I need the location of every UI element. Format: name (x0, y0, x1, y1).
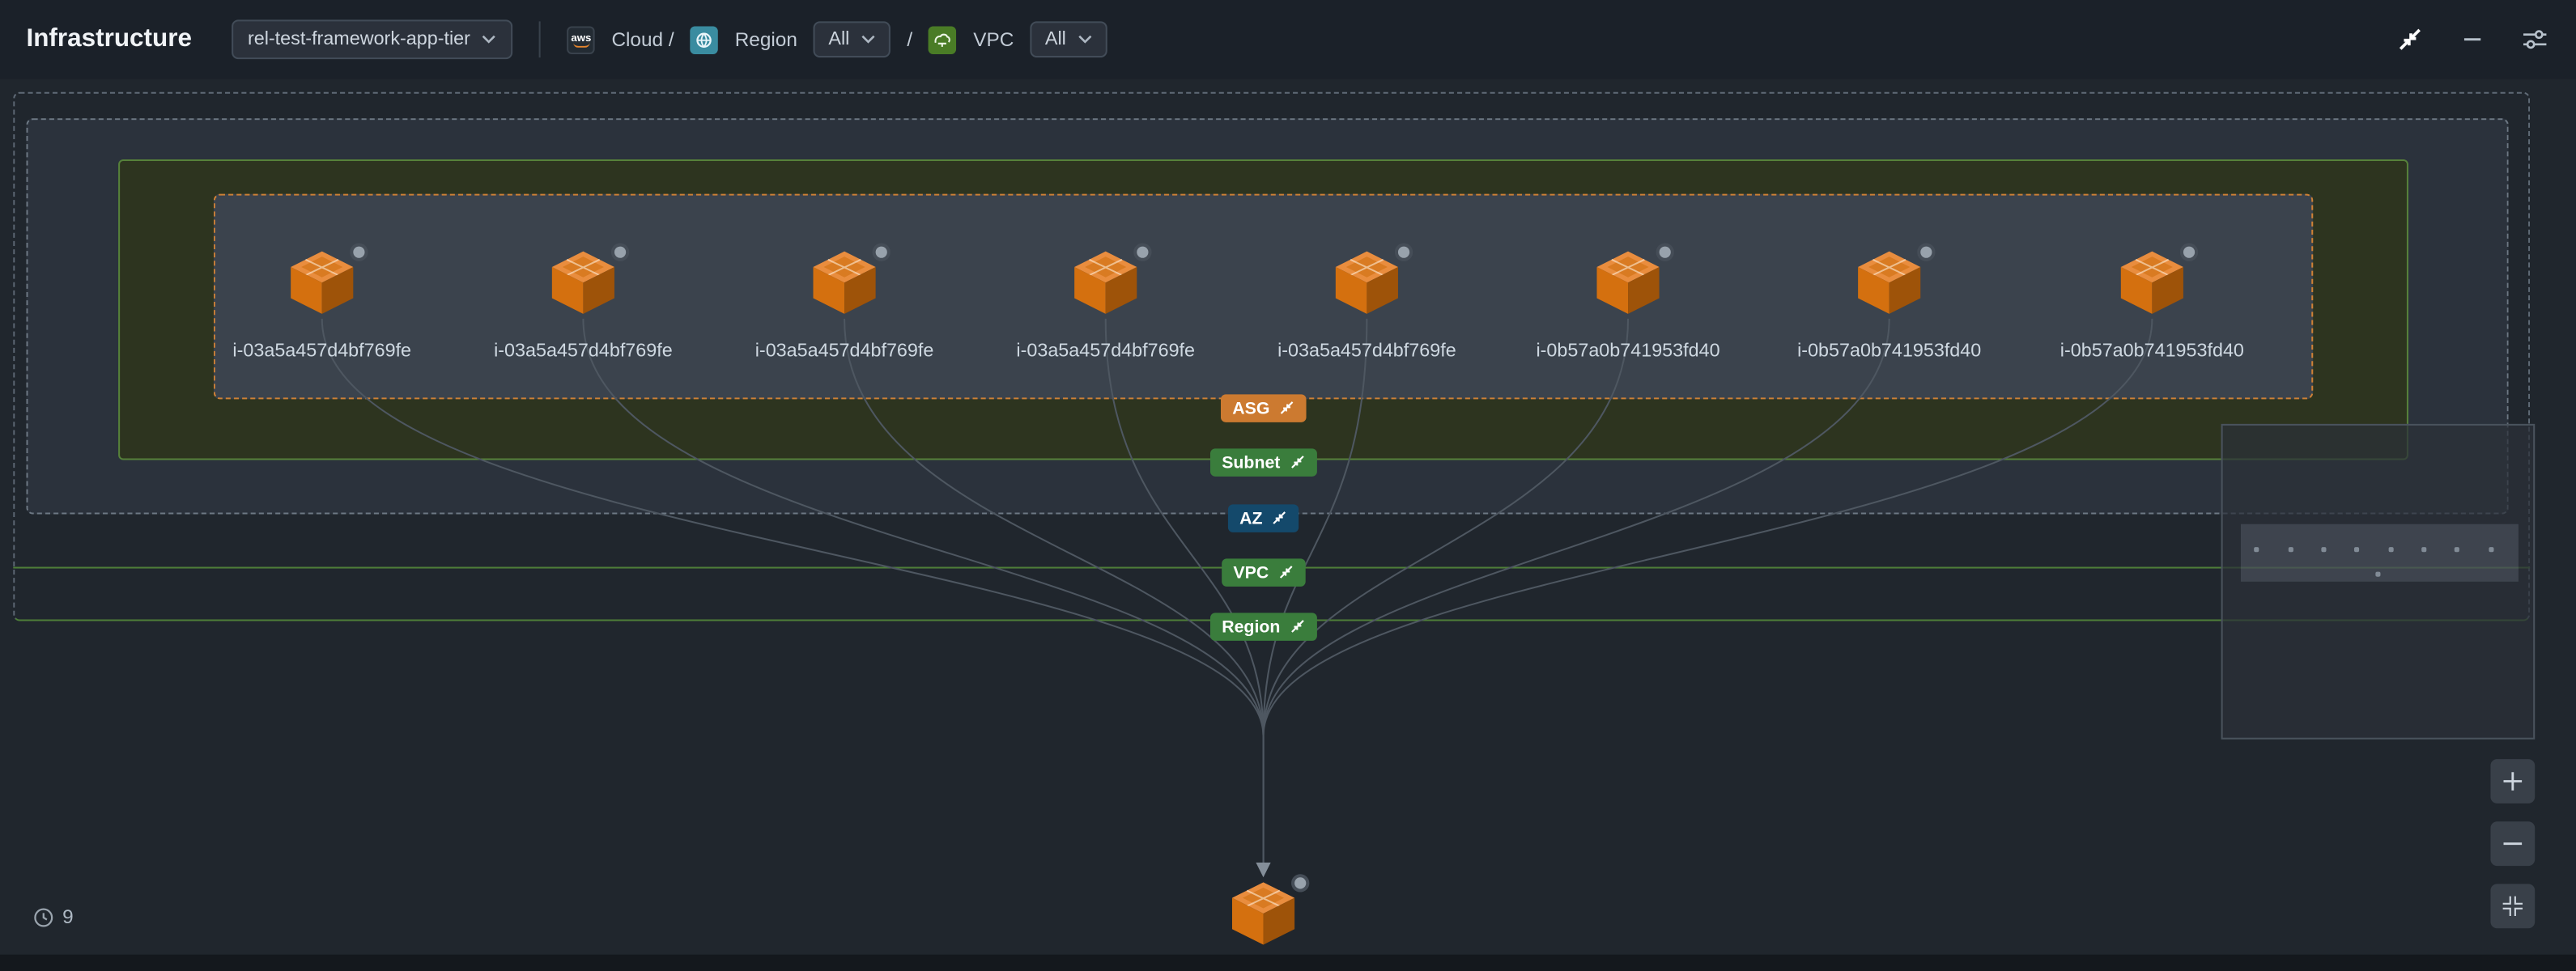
infrastructure-app: Infrastructure rel-test-framework-app-ti… (0, 0, 2576, 971)
status-dot (1291, 874, 1309, 892)
chevron-down-icon (1078, 35, 1092, 45)
ec2-instance-node[interactable]: i-0b57a0b741953fd40 (1497, 250, 1760, 362)
breadcrumb-vpc: VPC (973, 28, 1014, 51)
instance-id-label: i-03a5a457d4bf769fe (755, 341, 934, 361)
graph-selector-label: rel-test-framework-app-tier (248, 30, 470, 49)
status-dot (1656, 244, 1674, 261)
chevron-down-icon (482, 35, 496, 45)
minimap-node-dot (2254, 547, 2259, 552)
header-divider (539, 21, 541, 57)
aws-logo-text: aws (571, 32, 591, 44)
minimap-node-dot (2289, 547, 2293, 552)
ec2-instance-icon (1853, 250, 1925, 316)
ec2-instance-icon (808, 250, 880, 316)
ec2-instance-icon (2116, 250, 2188, 316)
collapse-badge-vpc[interactable]: VPC (1222, 558, 1305, 587)
vpc-icon (929, 25, 956, 53)
collapse-badge-az[interactable]: AZ (1228, 504, 1299, 532)
ec2-instance-node[interactable]: i-03a5a457d4bf769fe (713, 250, 976, 362)
collapse-badge-subnet[interactable]: Subnet (1210, 448, 1316, 477)
minimize-icon[interactable] (2458, 24, 2488, 54)
breadcrumb-separator: / (907, 28, 912, 51)
ec2-instance-node[interactable]: i-0b57a0b741953fd40 (1758, 250, 2021, 362)
badge-label: Region (1222, 617, 1280, 636)
aws-cloud-icon: aws (567, 25, 595, 53)
status-dot (350, 244, 368, 261)
badge-label: AZ (1239, 508, 1262, 528)
ec2-instance-icon (286, 250, 358, 316)
minimap[interactable] (2221, 424, 2536, 740)
ec2-instance-node[interactable]: i-03a5a457d4bf769fe (452, 250, 715, 362)
region-filter-dropdown[interactable]: All (814, 21, 891, 57)
instance-id-label: i-0b57a0b741953fd40 (1797, 341, 1981, 361)
display-settings-icon[interactable] (2520, 24, 2550, 54)
header-bar: Infrastructure rel-test-framework-app-ti… (0, 0, 2576, 78)
collapse-all-icon[interactable] (2395, 24, 2425, 54)
collapse-icon (1290, 619, 1305, 634)
breadcrumb-cloud: Cloud / (611, 28, 674, 51)
status-dot (1917, 244, 1935, 261)
load-time-indicator: 9 (33, 905, 74, 928)
vpc-filter-value: All (1045, 30, 1066, 49)
badge-label: Subnet (1222, 452, 1280, 472)
zoom-in-button[interactable] (2490, 759, 2535, 804)
load-time-value: 9 (62, 905, 74, 928)
ec2-instance-node[interactable]: i-0b57a0b741953fd40 (2021, 250, 2284, 362)
status-dot (1133, 244, 1151, 261)
zoom-out-button[interactable] (2490, 821, 2535, 866)
status-dot (2180, 244, 2198, 261)
collapse-icon (1278, 565, 1293, 579)
minimap-target-dot (2375, 572, 2380, 577)
collapse-badge-region[interactable]: Region (1210, 613, 1316, 641)
ec2-instance-node[interactable]: i-03a5a457d4bf769fe (974, 250, 1237, 362)
graph-selector-dropdown[interactable]: rel-test-framework-app-tier (232, 19, 513, 59)
breadcrumb-region: Region (735, 28, 797, 51)
instance-id-label: i-03a5a457d4bf769fe (1016, 341, 1195, 361)
minimap-node-dot (2421, 547, 2426, 552)
ec2-instance-icon (1592, 250, 1664, 316)
ec2-target-node[interactable] (1132, 880, 1395, 946)
region-filter-value: All (828, 30, 849, 49)
chevron-down-icon (861, 35, 876, 45)
badge-label: ASG (1232, 398, 1269, 418)
instance-id-label: i-03a5a457d4bf769fe (1277, 341, 1456, 361)
instance-id-label: i-03a5a457d4bf769fe (232, 341, 411, 361)
fit-view-button[interactable] (2490, 884, 2535, 928)
minimap-node-dot (2321, 547, 2326, 552)
edge-arrowhead (1256, 863, 1270, 877)
clock-icon (33, 906, 54, 927)
minimap-node-dot (2354, 547, 2359, 552)
collapse-icon (1273, 511, 1287, 525)
ec2-instance-icon (1331, 250, 1403, 316)
status-dot (1395, 244, 1413, 261)
vpc-filter-dropdown[interactable]: All (1031, 21, 1107, 57)
ec2-instance-icon (1069, 250, 1141, 316)
collapse-icon (1280, 401, 1294, 415)
region-icon (691, 25, 718, 53)
instance-id-label: i-03a5a457d4bf769fe (494, 341, 673, 361)
zoom-controls (2490, 759, 2535, 928)
header-actions (2395, 24, 2550, 54)
ec2-instance-icon (1227, 880, 1299, 946)
page-title: Infrastructure (26, 24, 192, 54)
collapse-icon (1290, 455, 1305, 469)
ec2-instance-node[interactable]: i-03a5a457d4bf769fe (1235, 250, 1498, 362)
minimap-node-dot (2455, 547, 2459, 552)
instance-id-label: i-0b57a0b741953fd40 (1536, 341, 1719, 361)
minimap-node-dot (2489, 547, 2493, 552)
aws-smile-icon (573, 42, 589, 47)
collapse-badge-asg[interactable]: ASG (1221, 394, 1306, 422)
ec2-instance-node[interactable]: i-03a5a457d4bf769fe (190, 250, 453, 362)
status-dot (611, 244, 629, 261)
minimap-node-dot (2389, 547, 2394, 552)
ec2-instance-icon (547, 250, 619, 316)
badge-label: VPC (1233, 562, 1269, 582)
instance-id-label: i-0b57a0b741953fd40 (2060, 341, 2244, 361)
status-dot (873, 244, 891, 261)
graph-canvas[interactable]: i-03a5a457d4bf769fe i-03a5a457d4bf769fe … (0, 78, 2576, 954)
